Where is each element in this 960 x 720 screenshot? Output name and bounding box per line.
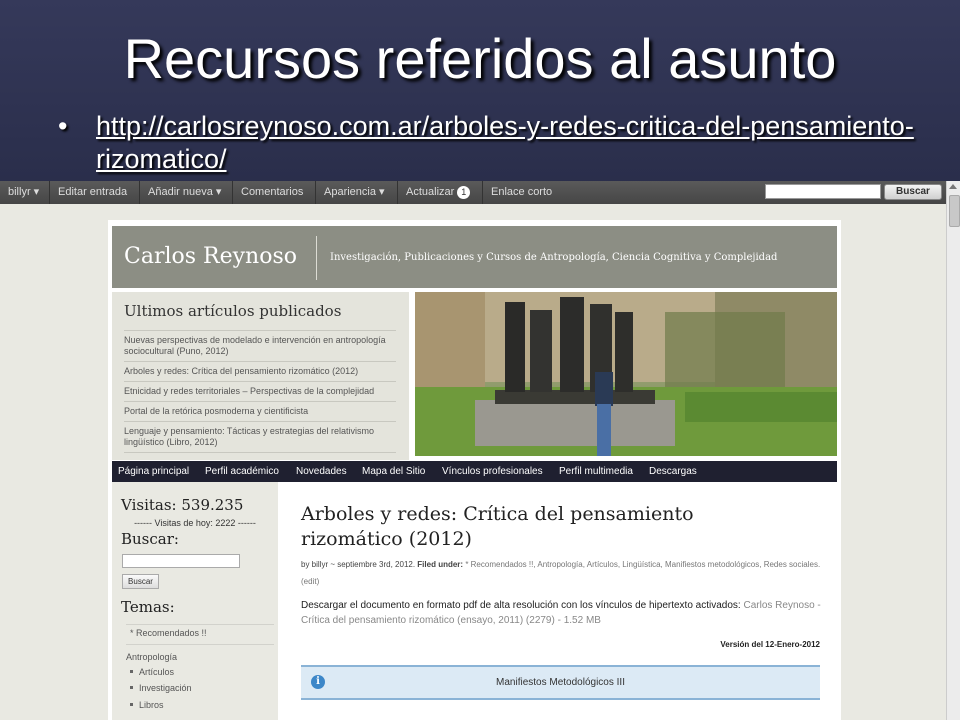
nav-academic-profile[interactable]: Perfil académico [205,461,279,482]
header-photo [415,292,837,456]
admin-search-button[interactable]: Buscar [884,184,942,200]
statues-photo-image [415,292,837,456]
category-label: Artículos [139,667,175,677]
list-item[interactable]: Nuevas perspectivas de modelado e interv… [124,330,396,361]
category-books[interactable]: Libros [126,700,276,710]
list-item[interactable]: Portal de la retórica posmoderna y cient… [124,401,396,421]
web-page: Carlos Reynoso Investigación, Publicacio… [108,220,841,720]
admin-comments[interactable]: Comentarios [233,181,316,204]
admin-search-input[interactable] [765,184,881,199]
visits-counter: Visitas: 539.235 [121,496,244,514]
bullet-square-icon [130,686,133,689]
latest-articles-box: Ultimos artículos publicados Nuevas pers… [112,292,409,460]
nav-home[interactable]: Página principal [118,461,189,482]
truncated-paragraph [301,710,820,720]
category-anthropology[interactable]: Antropología [126,652,276,662]
admin-bar: billyr ▾ Editar entrada Añadir nueva ▾ C… [0,181,946,204]
post-title[interactable]: Arboles y redes: Crítica del pensamiento… [301,502,801,552]
list-item[interactable]: Etnicidad y redes territoriales – Perspe… [124,381,396,401]
category-articles[interactable]: Artículos [126,667,276,677]
visits-today: ------ Visitas de hoy: 2222 ------ [134,518,256,528]
category-label: Libros [139,700,164,710]
post-description: Descargar el documento en formato pdf de… [301,598,823,628]
post-meta: by billyr ~ septiembre 3rd, 2012. Filed … [301,556,823,590]
latest-articles-list: Nuevas perspectivas de modelado e interv… [124,330,396,453]
sidebar: Visitas: 539.235 ------ Visitas de hoy: … [112,482,278,720]
post-categories[interactable]: * Recomendados !!, Antropología, Artícul… [465,560,820,569]
edit-link[interactable]: (edit) [301,577,319,586]
site-header: Carlos Reynoso Investigación, Publicacio… [112,226,837,288]
nav-news[interactable]: Novedades [296,461,347,482]
site-name[interactable]: Carlos Reynoso [124,244,297,269]
divider [126,644,274,645]
post-byline: by billyr ~ septiembre 3rd, 2012. [301,560,416,569]
admin-shortlink[interactable]: Enlace corto [483,181,563,204]
admin-user-menu[interactable]: billyr ▾ [0,181,50,204]
scroll-thumb[interactable] [949,195,960,227]
bullet-dot-icon: • [58,111,68,141]
resource-link[interactable]: http://carlosreynoso.com.ar/arboles-y-re… [96,110,936,176]
scroll-up-arrow-icon[interactable] [949,184,957,189]
slide-header: Recursos referidos al asunto • http://ca… [0,0,960,181]
embedded-screenshot: billyr ▾ Editar entrada Añadir nueva ▾ C… [0,181,960,720]
divider [126,624,274,625]
search-heading: Buscar: [121,530,179,548]
latest-articles-heading: Ultimos artículos publicados [124,302,342,320]
main-nav: Página principal Perfil académico Noveda… [112,461,837,482]
category-recommended[interactable]: * Recomendados !! [130,628,280,638]
category-research[interactable]: Investigación [126,683,276,693]
download-text: Descargar el documento en formato pdf de… [301,600,741,611]
admin-appearance[interactable]: Apariencia ▾ [316,181,398,204]
nav-professional-links[interactable]: Vínculos profesionales [442,461,543,482]
info-box[interactable]: Manifiestos Metodológicos III i [301,665,820,700]
admin-edit-post[interactable]: Editar entrada [50,181,140,204]
header-divider [316,236,317,280]
nav-sitemap[interactable]: Mapa del Sitio [362,461,425,482]
list-item[interactable]: Lenguaje y pensamiento: Tácticas y estra… [124,421,396,453]
update-count-badge: 1 [457,186,471,199]
scrollbar[interactable] [946,181,960,720]
info-box-label: Manifiestos Metodológicos III [496,677,625,688]
sidebar-search-button[interactable]: Buscar [122,574,159,589]
topics-heading: Temas: [121,598,175,616]
nav-multimedia-profile[interactable]: Perfil multimedia [559,461,633,482]
nav-downloads[interactable]: Descargas [649,461,697,482]
site-tagline: Investigación, Publicaciones y Cursos de… [330,252,778,263]
info-icon: i [311,675,325,689]
admin-updates[interactable]: Actualizar 1 [398,181,483,204]
admin-add-new[interactable]: Añadir nueva ▾ [140,181,233,204]
post-content: Arboles y redes: Crítica del pensamiento… [278,482,841,720]
version-note: Versión del 12-Enero-2012 [720,640,820,649]
list-item[interactable]: Arboles y redes: Crítica del pensamiento… [124,361,396,381]
admin-updates-label: Actualizar [406,186,455,198]
bullet-square-icon [130,703,133,706]
filed-under-label: Filed under: [417,560,464,569]
sidebar-search-input[interactable] [122,554,240,568]
bullet-square-icon [130,670,133,673]
category-label: Investigación [139,683,192,693]
slide-title: Recursos referidos al asunto [123,27,837,90]
